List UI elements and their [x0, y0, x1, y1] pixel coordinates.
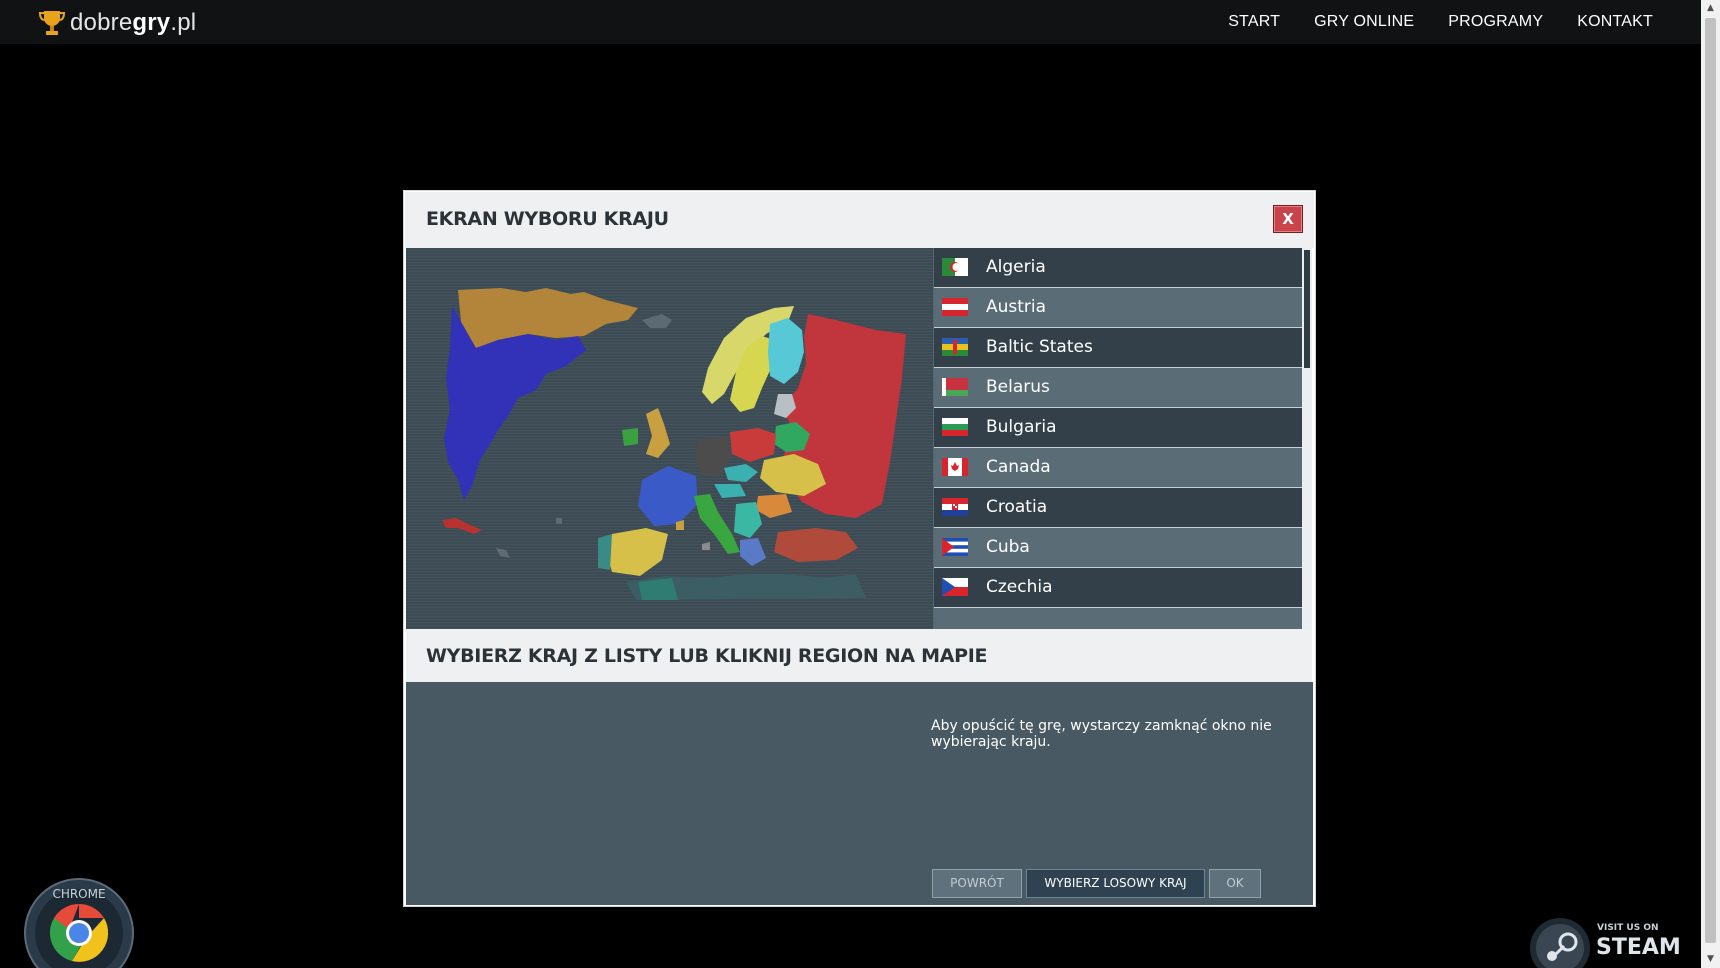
- steam-badge-label: STEAM: [1596, 935, 1681, 960]
- map-region-poland[interactable]: [730, 428, 776, 462]
- country-item-bulgaria[interactable]: Bulgaria: [934, 408, 1302, 448]
- logo-bold: gry: [132, 9, 171, 36]
- country-list-scrollbar[interactable]: [1302, 248, 1312, 629]
- map-region-ireland[interactable]: [622, 428, 638, 446]
- page-scrollbar[interactable]: ▲ ▼: [1701, 0, 1720, 968]
- country-name: Canada: [986, 457, 1051, 477]
- scroll-up-arrow-icon[interactable]: ▲: [1701, 0, 1720, 17]
- croatia-flag-icon: [942, 498, 968, 516]
- map-region-uk[interactable]: [646, 408, 670, 458]
- close-button[interactable]: X: [1273, 205, 1303, 233]
- map-region-spain[interactable]: [606, 528, 668, 576]
- country-name: Belarus: [986, 377, 1050, 397]
- random-country-button[interactable]: WYBIERZ LOSOWY KRAJ: [1026, 869, 1205, 898]
- country-selection-dialog: EKRAN WYBORU KRAJU X Algeria Austria Bal…: [403, 190, 1316, 907]
- country-name: Baltic States: [986, 337, 1093, 357]
- dialog-footer-panel: Aby opuścić tę grę, wystarczy zamknąć ok…: [406, 682, 1313, 905]
- map-region-france[interactable]: [638, 466, 698, 526]
- belarus-flag-icon: [942, 378, 968, 396]
- map-region-italy[interactable]: [694, 494, 740, 554]
- country-item-baltic-states[interactable]: Baltic States: [934, 328, 1302, 368]
- chrome-logo-icon: CHROME: [24, 878, 134, 968]
- dialog-title: EKRAN WYBORU KRAJU: [426, 208, 669, 230]
- map-region-greece[interactable]: [740, 538, 766, 566]
- map-region-turkey[interactable]: [774, 528, 858, 562]
- canada-flag-icon: [942, 458, 968, 476]
- map-region-finland[interactable]: [768, 318, 804, 384]
- cuba-flag-icon: [942, 538, 968, 556]
- nav-start[interactable]: START: [1228, 13, 1280, 31]
- country-list-scrollbar-thumb[interactable]: [1304, 250, 1310, 368]
- czechia-flag-icon: [942, 578, 968, 596]
- country-list[interactable]: Algeria Austria Baltic States Belarus Bu…: [933, 248, 1302, 629]
- europe-map-icon[interactable]: [406, 248, 933, 629]
- map-region-czechia[interactable]: [724, 464, 758, 482]
- country-name: Algeria: [986, 257, 1046, 277]
- site-logo[interactable]: dobregry.pl: [38, 8, 196, 38]
- exit-note: Aby opuścić tę grę, wystarczy zamknąć ok…: [931, 718, 1272, 750]
- map-region-caribbean[interactable]: [442, 518, 482, 534]
- back-button[interactable]: POWRÓT: [932, 869, 1022, 898]
- dialog-header: EKRAN WYBORU KRAJU X: [405, 192, 1314, 248]
- algeria-flag-icon: [942, 258, 968, 276]
- ok-button[interactable]: OK: [1209, 869, 1261, 898]
- country-name: Bulgaria: [986, 417, 1057, 437]
- baltic-states-flag-icon: [942, 338, 968, 356]
- country-item-partial[interactable]: [934, 608, 1302, 629]
- country-name: Croatia: [986, 497, 1048, 517]
- steam-badge[interactable]: VISIT US ON STEAM: [1530, 912, 1700, 968]
- country-item-algeria[interactable]: Algeria: [934, 248, 1302, 288]
- country-name: Cuba: [986, 537, 1030, 557]
- chrome-badge[interactable]: CHROME: [24, 878, 134, 968]
- region-map[interactable]: [406, 248, 933, 629]
- logo-suffix: .pl: [170, 9, 197, 36]
- scroll-down-arrow-icon[interactable]: ▼: [1701, 951, 1720, 968]
- bulgaria-flag-icon: [942, 418, 968, 436]
- map-region-romania[interactable]: [756, 494, 792, 518]
- country-item-austria[interactable]: Austria: [934, 288, 1302, 328]
- logo-prefix: dobre: [70, 9, 133, 36]
- country-item-czechia[interactable]: Czechia: [934, 568, 1302, 608]
- austria-flag-icon: [942, 298, 968, 316]
- nav-programy[interactable]: PROGRAMY: [1448, 13, 1543, 31]
- chrome-badge-label: CHROME: [52, 887, 105, 901]
- top-navigation-bar: dobregry.pl START GRY ONLINE PROGRAMY KO…: [0, 0, 1701, 44]
- nav-kontakt[interactable]: KONTAKT: [1577, 13, 1653, 31]
- steam-badge-small-label: VISIT US ON: [1597, 923, 1659, 933]
- steam-logo-icon: VISIT US ON STEAM: [1530, 918, 1681, 968]
- map-region-austria[interactable]: [714, 484, 746, 498]
- nav-gry-online[interactable]: GRY ONLINE: [1314, 13, 1414, 31]
- main-nav: START GRY ONLINE PROGRAMY KONTAKT: [1194, 0, 1653, 44]
- country-name: Czechia: [986, 577, 1053, 597]
- country-item-croatia[interactable]: Croatia: [934, 488, 1302, 528]
- country-item-belarus[interactable]: Belarus: [934, 368, 1302, 408]
- map-region-portugal[interactable]: [598, 534, 612, 570]
- page-scrollbar-thumb[interactable]: [1705, 18, 1716, 943]
- site-logo-text: dobregry.pl: [70, 9, 196, 37]
- map-region-algeria[interactable]: [638, 578, 678, 600]
- instruction-bar: WYBIERZ KRAJ Z LISTY LUB KLIKNIJ REGION …: [406, 629, 1312, 682]
- country-item-canada[interactable]: Canada: [934, 448, 1302, 488]
- trophy-icon: [38, 11, 66, 35]
- instruction-text: WYBIERZ KRAJ Z LISTY LUB KLIKNIJ REGION …: [426, 645, 988, 667]
- country-item-cuba[interactable]: Cuba: [934, 528, 1302, 568]
- country-name: Austria: [986, 297, 1047, 317]
